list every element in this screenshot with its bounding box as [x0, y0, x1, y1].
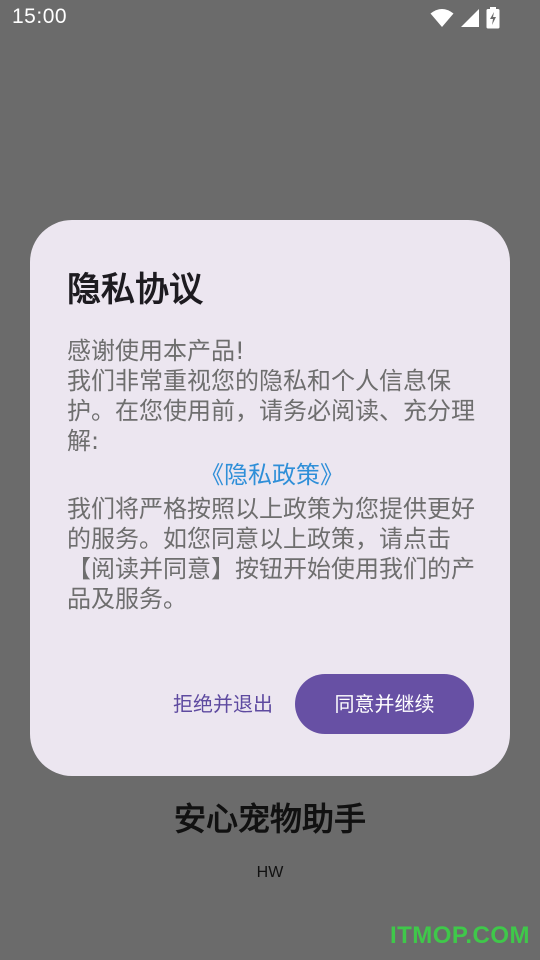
app-title: 安心宠物助手	[173, 800, 366, 838]
privacy-dialog: 隐私协议 感谢使用本产品! 我们非常重视您的隐私和个人信息保护。在您使用前，请务…	[30, 220, 510, 776]
status-bar: 15:00	[0, 0, 540, 36]
decline-and-exit-button[interactable]: 拒绝并退出	[148, 674, 298, 734]
closing-text: 我们将严格按照以上政策为您提供更好的服务。如您同意以上政策，请点击【阅读并同意】…	[67, 495, 475, 613]
status-icons	[430, 7, 500, 29]
intro-line-thanks: 感谢使用本产品!	[67, 337, 245, 365]
dialog-body: 感谢使用本产品! 我们非常重视您的隐私和个人信息保护。在您使用前，请务必阅读、充…	[67, 336, 477, 614]
dialog-actions: 拒绝并退出 同意并继续	[30, 674, 510, 734]
app-subtitle: HW	[256, 864, 284, 881]
status-time: 15:00	[12, 5, 68, 28]
screen: 15:00 安心宠物助手 HW 隐私协议 感谢使用本产品! 我们非常重视您的隐私…	[0, 0, 540, 960]
intro-line-privacy: 我们非常重视您的隐私和个人信息保护。在您使用前，请务必阅读、充分理解:	[67, 367, 475, 455]
watermark: ITMOP.COM	[389, 922, 530, 949]
privacy-policy-link[interactable]: 《隐私政策》	[67, 460, 477, 490]
agree-and-continue-button[interactable]: 同意并继续	[295, 674, 474, 734]
battery-charging-icon	[486, 7, 500, 29]
dialog-title: 隐私协议	[67, 270, 203, 310]
wifi-icon	[430, 8, 454, 28]
cellular-signal-icon	[460, 8, 480, 28]
